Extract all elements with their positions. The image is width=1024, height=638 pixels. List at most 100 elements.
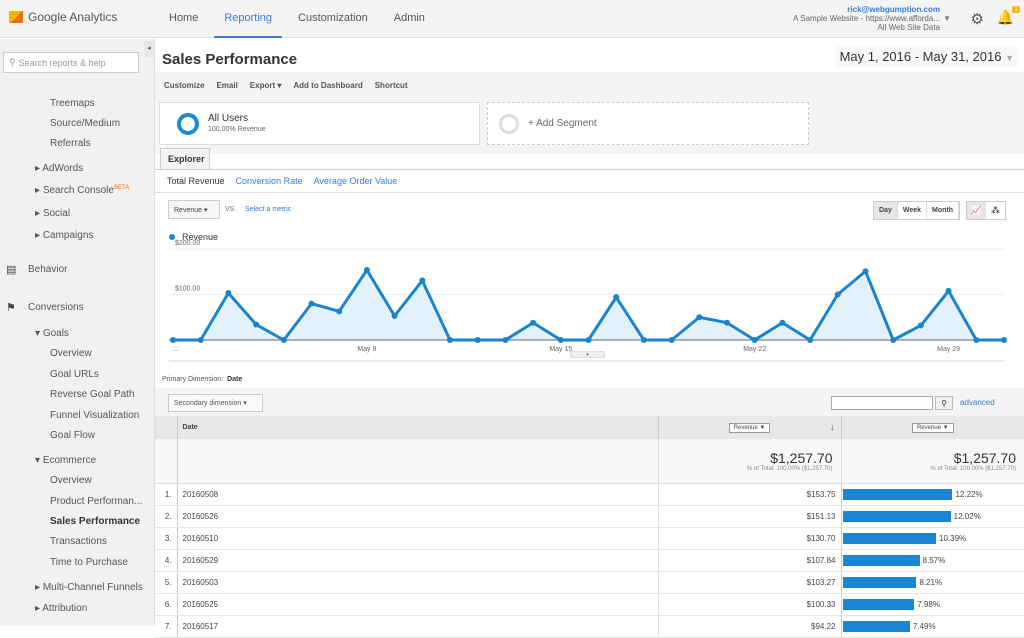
data-point[interactable] — [419, 277, 426, 284]
sidebar-item-conversions[interactable]: Conversions — [28, 302, 84, 313]
data-point[interactable] — [474, 337, 481, 343]
row-date[interactable]: 20160526 — [176, 505, 658, 528]
sidebar-item-goal-urls[interactable]: Goal URLs — [50, 369, 99, 380]
advanced-filter-link[interactable]: advanced — [960, 398, 995, 407]
data-point[interactable] — [724, 319, 730, 326]
sidebar-item-adwords[interactable]: ▸ AdWords — [35, 163, 83, 174]
sidebar-item-reverse-goal-path[interactable]: Reverse Goal Path — [50, 389, 135, 400]
data-point[interactable] — [807, 337, 814, 343]
data-point[interactable] — [557, 337, 564, 343]
data-point[interactable] — [253, 321, 260, 328]
data-point[interactable] — [170, 337, 176, 343]
data-point[interactable] — [640, 337, 647, 343]
row-date[interactable]: 20160503 — [176, 571, 658, 594]
data-point[interactable] — [973, 337, 980, 343]
data-point[interactable] — [530, 319, 537, 326]
subtab-total-revenue[interactable]: Total Revenue — [167, 176, 225, 186]
data-point[interactable] — [585, 337, 592, 343]
row-date[interactable]: 20160517 — [176, 615, 658, 638]
data-point[interactable] — [696, 314, 703, 321]
motion-chart-icon[interactable]: ⁂ — [986, 202, 1005, 219]
sidebar-item-source-medium[interactable]: Source/Medium — [50, 118, 120, 129]
sidebar-item-goals-overview[interactable]: Overview — [50, 348, 92, 359]
data-point[interactable] — [308, 300, 315, 307]
sidebar-item-ecommerce[interactable]: ▾ Ecommerce — [35, 455, 96, 466]
data-point[interactable] — [890, 337, 897, 343]
table-row[interactable]: 5. 20160503 $103.27 8.21% — [155, 571, 1024, 594]
data-point[interactable] — [668, 337, 675, 343]
data-point[interactable] — [917, 322, 924, 329]
search-input[interactable]: ⚲ Search reports & help — [3, 52, 139, 73]
sidebar-item-time-to-purchase[interactable]: Time to Purchase — [50, 557, 128, 568]
sort-desc-icon[interactable]: ↓ — [830, 422, 835, 432]
nav-admin[interactable]: Admin — [384, 0, 435, 38]
row-date[interactable]: 20160525 — [176, 593, 658, 616]
data-point[interactable] — [197, 337, 204, 343]
nav-reporting[interactable]: Reporting — [214, 0, 283, 38]
collapse-sidebar-button[interactable]: ◂ — [144, 41, 154, 57]
sidebar-item-goals[interactable]: ▾ Goals — [35, 328, 69, 339]
sidebar-item-social[interactable]: ▸ Social — [35, 208, 70, 219]
email-button[interactable]: Email — [216, 81, 237, 90]
line-chart-icon[interactable]: 📈 — [967, 202, 986, 219]
data-point[interactable] — [862, 268, 869, 275]
gear-icon[interactable]: ⚙ — [971, 10, 984, 28]
data-point[interactable] — [280, 337, 287, 343]
contribution-metric-select[interactable]: Revenue ▼ — [911, 422, 954, 433]
sidebar-item-goal-flow[interactable]: Goal Flow — [50, 430, 95, 441]
data-point[interactable] — [502, 337, 509, 343]
table-row[interactable]: 1. 20160508 $153.75 12.22% — [155, 483, 1024, 506]
select-metric-link[interactable]: Select a metric — [245, 206, 291, 213]
data-point[interactable] — [363, 267, 370, 274]
data-point[interactable] — [1001, 337, 1007, 343]
sidebar-item-referrals[interactable]: Referrals — [50, 138, 91, 149]
sidebar-item-search-console[interactable]: ▸ Search ConsoleBETA — [35, 185, 129, 196]
account-selector[interactable]: rick@webgumption.com A Sample Website - … — [793, 5, 940, 32]
month-button[interactable]: Month — [927, 202, 960, 219]
sidebar-item-treemaps[interactable]: Treemaps — [50, 98, 95, 109]
data-point[interactable] — [613, 294, 620, 301]
segment-all-users[interactable]: All Users 100.00% Revenue — [159, 102, 480, 145]
data-point[interactable] — [751, 337, 758, 343]
day-button[interactable]: Day — [874, 202, 898, 219]
nav-home[interactable]: Home — [159, 0, 208, 38]
data-point[interactable] — [779, 319, 786, 326]
customize-button[interactable]: Customize — [164, 81, 204, 90]
data-point[interactable] — [945, 287, 952, 294]
logo[interactable]: Google Analytics — [9, 10, 117, 24]
row-date[interactable]: 20160510 — [176, 527, 658, 550]
secondary-dimension-select[interactable]: Secondary dimension ▾ — [168, 394, 263, 412]
revenue-metric-select[interactable]: Revenue ▼ — [728, 422, 771, 433]
data-point[interactable] — [447, 337, 453, 343]
metric-select[interactable]: Revenue ▾ — [168, 200, 220, 219]
add-to-dashboard-button[interactable]: Add to Dashboard — [293, 81, 362, 90]
sidebar-item-transactions[interactable]: Transactions — [50, 536, 107, 547]
table-row[interactable]: 2. 20160526 $151.13 12.02% — [155, 505, 1024, 528]
row-date[interactable]: 20160529 — [176, 549, 658, 572]
sidebar-item-product-performance[interactable]: Product Performan... — [50, 496, 142, 507]
sidebar-item-ecommerce-overview[interactable]: Overview — [50, 475, 92, 486]
add-segment-button[interactable]: + Add Segment — [487, 102, 809, 145]
date-range-picker[interactable]: May 1, 2016 - May 31, 2016 ▼ — [835, 46, 1018, 67]
data-point[interactable] — [225, 290, 232, 297]
week-button[interactable]: Week — [897, 202, 928, 219]
chevron-down-icon[interactable]: ▼ — [943, 14, 951, 23]
export-button[interactable]: Export ▾ — [250, 81, 282, 90]
subtab-average-order-value[interactable]: Average Order Value — [314, 176, 398, 186]
nav-customization[interactable]: Customization — [288, 0, 378, 38]
sidebar-item-funnel-visualization[interactable]: Funnel Visualization — [50, 410, 139, 421]
sidebar-item-behavior[interactable]: Behavior — [28, 264, 67, 275]
table-row[interactable]: 6. 20160525 $100.33 7.98% — [155, 593, 1024, 616]
shortcut-button[interactable]: Shortcut — [375, 81, 408, 90]
sidebar-item-multi-channel-funnels[interactable]: ▸ Multi-Channel Funnels — [35, 582, 143, 593]
date-column-header[interactable]: Date — [176, 416, 658, 439]
table-filter-input[interactable] — [831, 396, 933, 410]
table-row[interactable]: 3. 20160510 $130.70 10.39% — [155, 527, 1024, 550]
tab-explorer[interactable]: Explorer — [160, 148, 210, 170]
sidebar-item-sales-performance[interactable]: Sales Performance — [50, 516, 140, 527]
table-row[interactable]: 4. 20160529 $107.84 8.57% — [155, 549, 1024, 572]
row-date[interactable]: 20160508 — [176, 483, 658, 506]
search-icon[interactable]: ⚲ — [935, 396, 953, 410]
data-point[interactable] — [336, 308, 343, 315]
sidebar-item-campaigns[interactable]: ▸ Campaigns — [35, 230, 93, 241]
